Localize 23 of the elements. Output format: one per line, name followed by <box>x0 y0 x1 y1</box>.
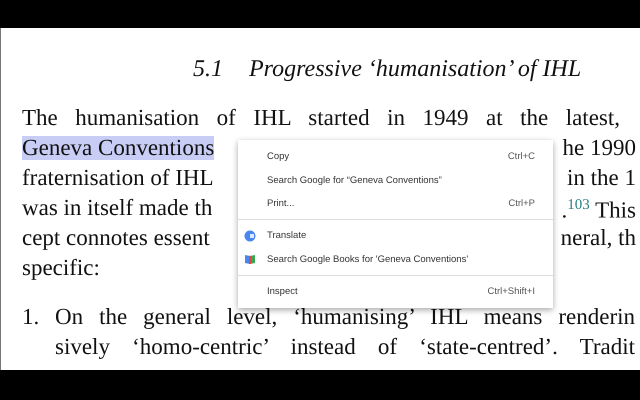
body-text: neral, th <box>560 226 636 250</box>
body-text: fraternisation of IHL <box>22 166 214 190</box>
section-heading: Progressive ‘humanisation’ of IHL <box>249 56 582 82</box>
menu-item[interactable]: Inspect Ctrl+Shift+I <box>238 280 553 303</box>
list-number: 1. <box>22 303 40 331</box>
list-text: sively ‘homo-centric’ instead of ‘state-centred’. Tradit <box>55 333 635 361</box>
body-text: .$^{103}$ This <box>562 196 636 223</box>
body-text: The humanisation of IHL started in 1949 at the latest, <box>22 106 620 130</box>
menu-item[interactable]: Translate <box>238 224 553 248</box>
body-text: specific: <box>22 256 100 280</box>
translate-icon <box>244 230 256 242</box>
menu-item[interactable]: Search Google for “Geneva Conventions” <box>238 168 553 192</box>
body-text: he 1990 <box>562 136 636 160</box>
body-text: was in itself made th <box>22 196 212 220</box>
body-text: Geneva Conventions <box>22 136 214 160</box>
body-text: in the 1 <box>567 166 636 190</box>
body-text: cept connotes essent <box>22 226 210 250</box>
book-icon <box>244 253 256 266</box>
menu-item[interactable]: Print... Ctrl+P <box>238 192 553 216</box>
list-text: On the general level, ‘humanising’ IHL means renderin <box>55 303 635 331</box>
menu-item[interactable]: Copy Ctrl+C <box>238 145 553 168</box>
section-number: 5.1 <box>193 56 224 82</box>
menu-item[interactable]: Search Google Books for 'Geneva Conventions' <box>238 248 553 271</box>
